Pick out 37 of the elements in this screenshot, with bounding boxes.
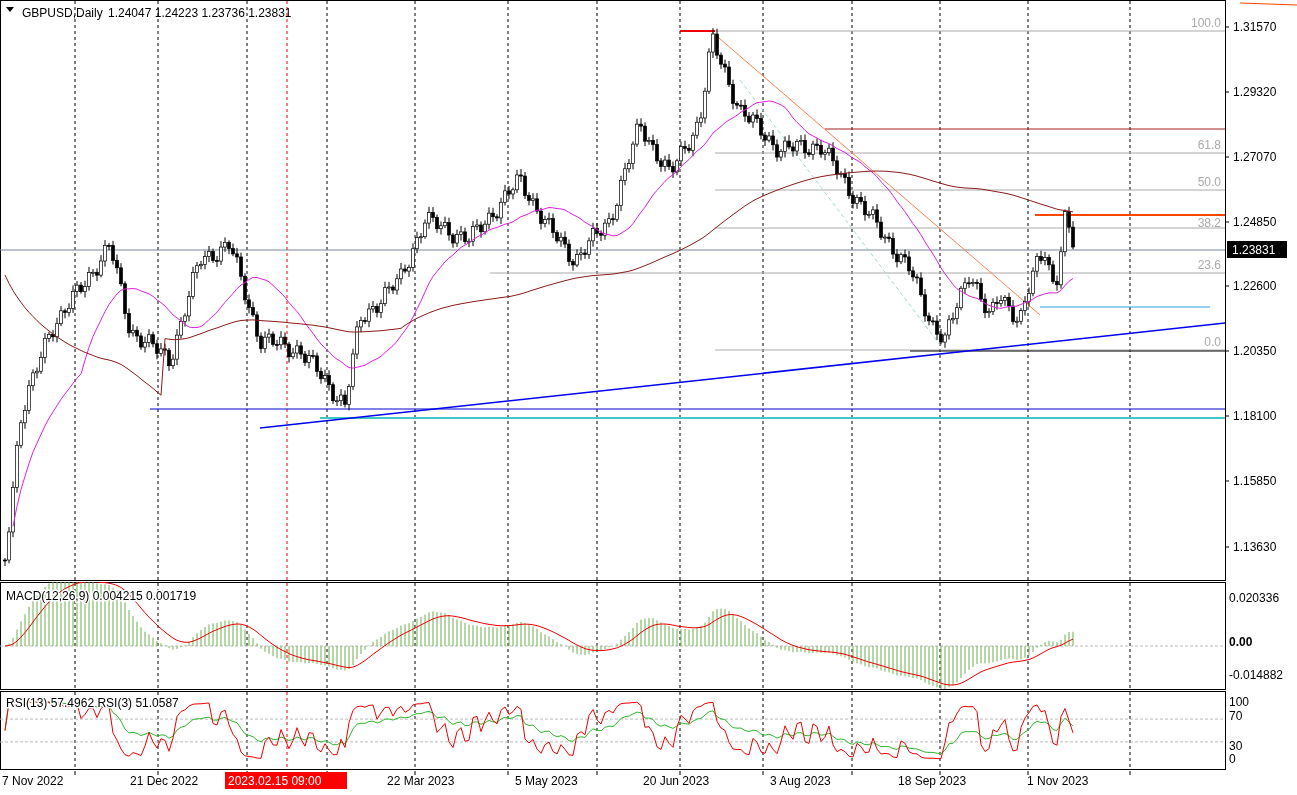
rsi-axis-label: 100 bbox=[1229, 695, 1250, 709]
fib-level-label: 50.0 bbox=[1197, 175, 1221, 189]
ohlc-values: 1.24047 1.24223 1.23736 1.23831 bbox=[108, 6, 292, 20]
time-axis-label: 22 Mar 2023 bbox=[387, 774, 455, 788]
price-axis-label: 1.13630 bbox=[1233, 540, 1277, 554]
price-axis-label: 1.31570 bbox=[1233, 20, 1277, 34]
trend-line bbox=[1239, 2, 1297, 6]
fib-level-label: 0.0 bbox=[1204, 335, 1221, 349]
time-axis-label: 21 Dec 2022 bbox=[130, 774, 199, 788]
resistance-line bbox=[679, 30, 716, 32]
price-axis-label: 1.18100 bbox=[1233, 409, 1277, 423]
fib-level-label: 23.6 bbox=[1197, 258, 1221, 272]
price-axis-label: 1.20350 bbox=[1233, 344, 1277, 358]
rsi-axis-label: 70 bbox=[1229, 709, 1243, 723]
caret-icon[interactable] bbox=[6, 7, 14, 12]
time-axis-label: 20 Jun 2023 bbox=[643, 774, 710, 788]
time-axis-label: 18 Sep 2023 bbox=[898, 774, 967, 788]
current-price-tag: 1.23831 bbox=[1227, 241, 1287, 258]
fib-level-label: 100.0 bbox=[1190, 16, 1221, 30]
macd-axis-label: 0.00 bbox=[1229, 635, 1253, 649]
price-axis-label: 1.27070 bbox=[1233, 150, 1277, 164]
fib-level-label: 61.8 bbox=[1197, 138, 1221, 152]
rsi-axis-label: 0 bbox=[1229, 752, 1236, 766]
fib-level-label: 38.2 bbox=[1197, 216, 1221, 230]
price-axis-label: 1.22600 bbox=[1233, 279, 1277, 293]
macd-axis-label: -0.014882 bbox=[1229, 668, 1284, 682]
time-axis-label: 7 Nov 2022 bbox=[2, 774, 64, 788]
time-axis-label: 5 May 2023 bbox=[515, 774, 578, 788]
price-axis-label: 1.29320 bbox=[1233, 85, 1277, 99]
time-axis-label: 3 Aug 2023 bbox=[770, 774, 831, 788]
symbol-label: GBPUSD,Daily bbox=[22, 6, 103, 20]
time-axis-label: 1 Nov 2023 bbox=[1027, 774, 1089, 788]
price-axis-label: 1.24850 bbox=[1233, 215, 1277, 229]
rsi-axis-label: 30 bbox=[1229, 739, 1243, 753]
macd-axis-label: 0.020336 bbox=[1229, 591, 1280, 605]
price-axis-label: 1.15850 bbox=[1233, 474, 1277, 488]
cursor-time-label: 2023.02.15 09:00 bbox=[225, 772, 347, 789]
